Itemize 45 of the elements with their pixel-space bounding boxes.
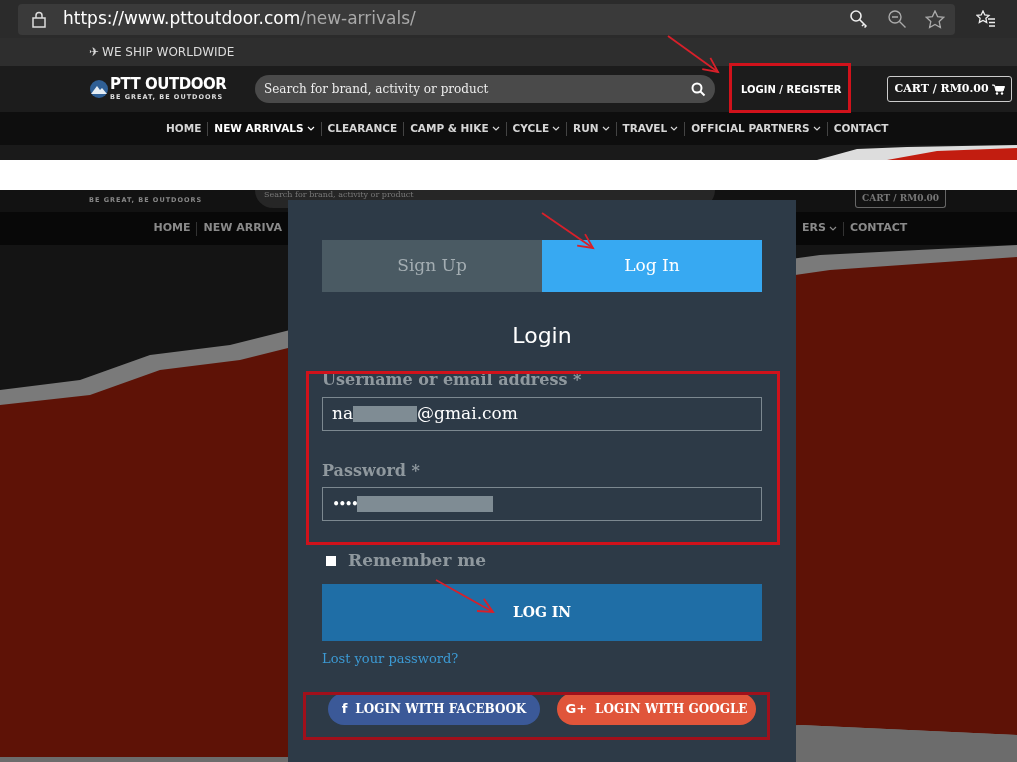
facebook-login-button[interactable]: f LOGIN WITH FACEBOOK bbox=[328, 693, 540, 725]
url-text: https://www.pttoutdoor.com/new-arrivals/ bbox=[63, 7, 416, 31]
shipping-notice: WE SHIP WORLDWIDE bbox=[102, 44, 235, 61]
search-icon bbox=[691, 81, 706, 97]
key-icon[interactable] bbox=[849, 9, 869, 29]
annotation-arrow bbox=[435, 579, 495, 613]
login-register-link[interactable]: LOGIN / REGISTER bbox=[741, 81, 842, 97]
nav-link[interactable]: CLEARANCE bbox=[321, 120, 404, 137]
favorites-icon[interactable] bbox=[976, 10, 996, 28]
password-field[interactable]: •••• bbox=[322, 487, 762, 521]
nav-link[interactable]: HOME bbox=[160, 120, 208, 137]
nav-link[interactable]: CONTACT bbox=[827, 120, 895, 137]
facebook-icon: f bbox=[341, 699, 348, 719]
google-login-button[interactable]: G+ LOGIN WITH GOOGLE bbox=[557, 693, 756, 725]
cart-button[interactable]: CART / RM0.00 bbox=[887, 76, 1012, 102]
cart-icon bbox=[991, 83, 1005, 95]
mountain-icon bbox=[89, 79, 109, 99]
nav-link[interactable]: TRAVEL bbox=[616, 120, 685, 137]
address-bar[interactable]: https://www.pttoutdoor.com/new-arrivals/ bbox=[18, 3, 955, 35]
nav-link[interactable]: NEW ARRIVA bbox=[197, 220, 288, 237]
nav-link[interactable]: NEW ARRIVALS bbox=[208, 120, 321, 137]
nav-link[interactable]: ERS bbox=[796, 220, 843, 237]
lock-icon bbox=[32, 10, 46, 28]
zoom-out-icon[interactable] bbox=[887, 9, 907, 29]
lost-password-link[interactable]: Lost your password? bbox=[322, 649, 459, 667]
modal-title: Login bbox=[512, 322, 572, 350]
plane-icon: ✈ bbox=[89, 43, 100, 61]
nav-link[interactable]: OFFICIAL PARTNERS bbox=[685, 120, 827, 137]
email-field[interactable]: na @gmai.com bbox=[322, 397, 762, 431]
search-field[interactable]: Search for brand, activity or product bbox=[255, 75, 715, 103]
cart-button[interactable]: CART / RM0.00 bbox=[855, 190, 947, 208]
login-button[interactable]: LOG IN bbox=[322, 584, 762, 641]
remember-checkbox[interactable] bbox=[326, 556, 336, 566]
field-label: Password * bbox=[322, 460, 421, 481]
star-icon[interactable] bbox=[925, 9, 945, 29]
nav-link[interactable]: RUN bbox=[567, 120, 616, 137]
field-label: Username or email address * bbox=[322, 369, 583, 390]
annotation-arrow bbox=[541, 212, 595, 250]
nav-link[interactable]: HOME bbox=[147, 220, 197, 237]
remember-label: Remember me bbox=[348, 549, 487, 573]
nav-link[interactable]: CYCLE bbox=[506, 120, 567, 137]
nav-link[interactable]: CAMP & HIKE bbox=[404, 120, 506, 137]
google-plus-icon: G+ bbox=[565, 699, 588, 719]
annotation-arrow bbox=[667, 35, 720, 74]
nav-link[interactable]: CONTACT bbox=[843, 220, 914, 237]
